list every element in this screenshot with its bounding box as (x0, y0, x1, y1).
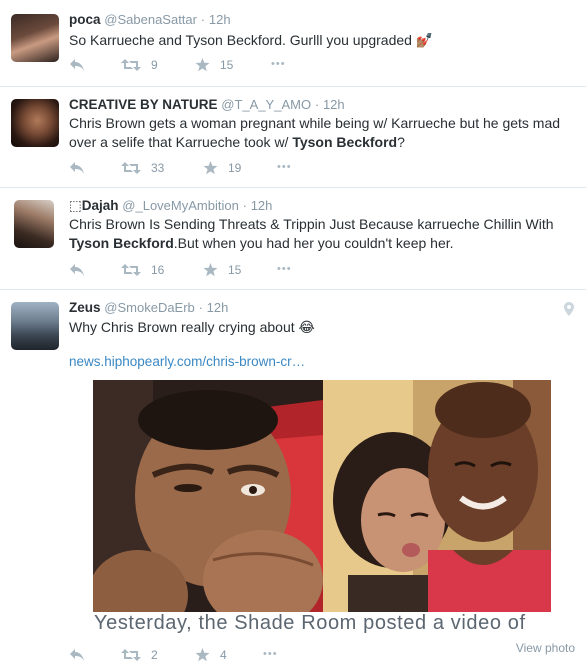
retweet-count: 33 (151, 161, 165, 175)
tweet-text: Chris Brown gets a woman pregnant while … (69, 114, 569, 152)
avatar[interactable] (11, 99, 59, 147)
retweet-count: 16 (151, 263, 165, 277)
view-photo-link[interactable]: View photo (516, 641, 575, 655)
display-name[interactable]: Zeus (69, 300, 101, 315)
more-button[interactable]: ••• (277, 161, 292, 173)
more-icon: ••• (277, 263, 292, 275)
favorite-icon (203, 263, 218, 277)
retweet-button[interactable]: 33 (121, 161, 164, 175)
more-button[interactable]: ••• (277, 263, 292, 275)
photo-caption: Yesterday, the Shade Room posted a video… (93, 612, 551, 638)
reply-button[interactable] (69, 161, 85, 175)
separator-dot: · (198, 300, 203, 315)
reply-icon (70, 59, 84, 71)
timestamp[interactable]: 12h (323, 97, 345, 112)
favorite-button[interactable]: 4 (195, 648, 227, 662)
text-segment: over a selife that Karrueche took w/ (69, 134, 293, 150)
tweet-2[interactable]: CREATIVE BY NATURE @T_A_Y_AMO · 12h Chri… (0, 87, 586, 188)
text-segment: ? (397, 134, 405, 150)
tweet-3[interactable]: ⬚Dajah @_LoveMyAmbition · 12h Chris Brow… (0, 188, 586, 290)
user-handle[interactable]: @SmokeDaErb (104, 300, 195, 315)
tweet-text: Chris Brown Is Sending Threats & Trippin… (69, 215, 569, 253)
reply-button[interactable] (69, 648, 85, 662)
reply-button[interactable] (69, 58, 85, 72)
display-name[interactable]: ⬚Dajah (69, 198, 119, 213)
user-handle[interactable]: @T_A_Y_AMO (221, 97, 311, 112)
favorite-icon (203, 161, 218, 175)
timestamp[interactable]: 12h (251, 198, 273, 213)
display-name[interactable]: CREATIVE BY NATURE (69, 97, 218, 112)
tweet-1[interactable]: poca @SabenaSattar · 12h So Karrueche an… (0, 0, 586, 87)
tweet-photo[interactable] (93, 380, 551, 636)
more-icon: ••• (277, 161, 292, 173)
photo-collage (93, 380, 551, 636)
highlighted-term: Tyson Beckford (69, 235, 174, 251)
tweet-text-line: Tyson Beckford.But when you had her you … (69, 234, 569, 253)
separator-dot: · (314, 97, 320, 112)
separator-dot: · (242, 198, 247, 213)
avatar[interactable] (11, 14, 59, 62)
timestamp[interactable]: 12h (209, 12, 231, 27)
highlighted-term: Tyson Beckford (292, 134, 398, 150)
more-icon: ••• (271, 58, 286, 70)
more-button[interactable]: ••• (271, 58, 286, 70)
retweet-button[interactable]: 16 (121, 263, 164, 277)
user-handle[interactable]: @SabenaSattar (104, 12, 197, 27)
user-handle[interactable]: @_LoveMyAmbition (122, 198, 239, 213)
retweet-icon (121, 59, 141, 71)
article-link[interactable]: news.hiphopearly.com/chris-brown-cr… (69, 354, 305, 369)
retweet-count: 2 (151, 648, 158, 662)
text-segment: .But when you had her you couldn't keep … (173, 235, 454, 251)
tweet-text: So Karrueche and Tyson Beckford. Gurlll … (69, 32, 434, 48)
favorite-count: 19 (228, 161, 242, 175)
avatar[interactable] (14, 200, 54, 248)
tweet-header: CREATIVE BY NATURE @T_A_Y_AMO · 12h (69, 97, 345, 112)
avatar[interactable] (11, 302, 59, 350)
retweet-button[interactable]: 9 (121, 58, 158, 72)
favorite-count: 4 (220, 648, 227, 662)
favorite-button[interactable]: 19 (203, 161, 241, 175)
retweet-icon (121, 649, 141, 661)
tweet-text-line: Chris Brown Is Sending Threats & Trippin… (69, 216, 554, 232)
display-name[interactable]: poca (69, 12, 101, 27)
retweet-count: 9 (151, 58, 158, 72)
retweet-icon (121, 264, 141, 276)
reply-icon (70, 162, 84, 174)
favorite-count: 15 (228, 263, 242, 277)
reply-icon (70, 264, 84, 276)
separator-dot: · (200, 12, 206, 27)
location-pin-icon[interactable] (564, 302, 574, 316)
tweet-text: Why Chris Brown really crying about 😂 (69, 319, 315, 335)
reply-button[interactable] (69, 263, 85, 277)
retweet-button[interactable]: 2 (121, 648, 158, 662)
favorite-icon (195, 648, 210, 662)
more-icon: ••• (263, 648, 278, 660)
more-button[interactable]: ••• (263, 648, 278, 660)
tweet-text-line: Chris Brown gets a woman pregnant while … (69, 115, 561, 131)
tweet-header: Zeus @SmokeDaErb · 12h (69, 300, 228, 315)
tweet-header: poca @SabenaSattar · 12h (69, 12, 231, 27)
favorite-button[interactable]: 15 (195, 58, 233, 72)
tweet-text-line: over a selife that Karrueche took w/ Tys… (69, 133, 569, 152)
tweet-header: ⬚Dajah @_LoveMyAmbition · 12h (69, 198, 272, 214)
retweet-icon (121, 162, 141, 174)
favorite-button[interactable]: 15 (203, 263, 241, 277)
reply-icon (70, 649, 84, 661)
favorite-icon (195, 58, 210, 72)
timestamp[interactable]: 12h (207, 300, 229, 315)
favorite-count: 15 (220, 58, 234, 72)
